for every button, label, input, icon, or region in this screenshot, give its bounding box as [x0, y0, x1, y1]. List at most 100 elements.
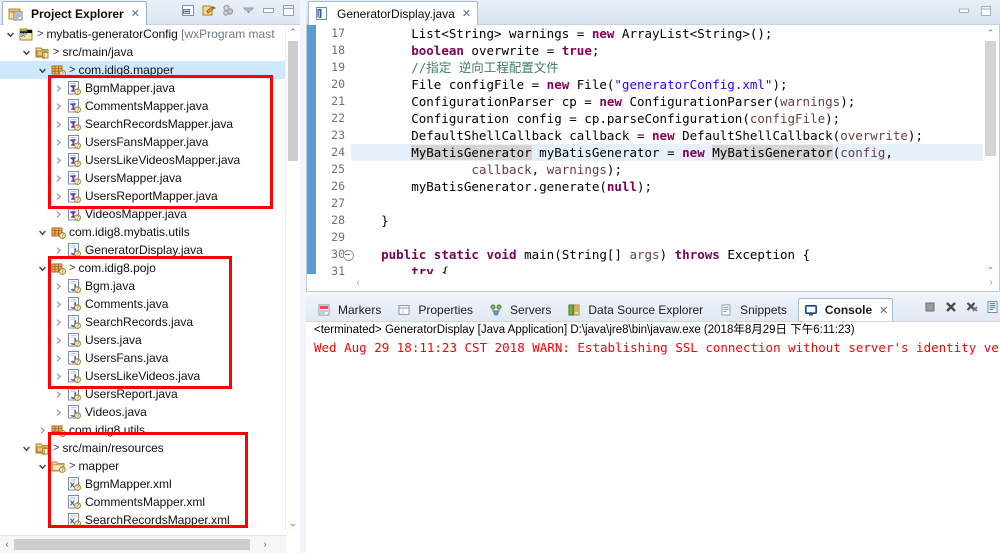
- chevron-right-icon[interactable]: [54, 174, 63, 183]
- tree-row[interactable]: ? UsersLikeVideosMapper.java: [0, 151, 286, 169]
- tree-row[interactable]: ? CommentsMapper.java: [0, 97, 286, 115]
- tree-row[interactable]: ? UsersFans.java: [0, 349, 286, 367]
- remove-launch-icon[interactable]: [944, 300, 958, 314]
- chevron-right-icon[interactable]: [54, 156, 63, 165]
- chevron-down-icon[interactable]: [38, 228, 47, 237]
- code-line[interactable]: DefaultShellCallback callback = new Defa…: [351, 127, 983, 144]
- view-menu-icon[interactable]: [241, 3, 256, 18]
- tree-row[interactable]: ? UsersReportMapper.java: [0, 187, 286, 205]
- code-line[interactable]: [351, 229, 983, 246]
- chevron-down-icon[interactable]: [6, 30, 15, 39]
- explorer-vertical-scrollbar[interactable]: ⌃ ⌄: [285, 25, 300, 530]
- maximize-icon[interactable]: [281, 3, 296, 18]
- chevron-right-icon[interactable]: [54, 336, 63, 345]
- tree-row[interactable]: ? > com.idig8.pojo: [0, 259, 286, 277]
- tree-row[interactable]: ? UsersLikeVideos.java: [0, 367, 286, 385]
- tree-row[interactable]: ? GeneratorDisplay.java: [0, 241, 286, 259]
- minimize-icon[interactable]: [261, 3, 276, 18]
- code-line[interactable]: MyBatisGenerator myBatisGenerator = new …: [351, 144, 983, 161]
- tab-console[interactable]: Console ✕: [797, 298, 894, 322]
- chevron-right-icon[interactable]: [54, 282, 63, 291]
- chevron-down-icon[interactable]: [38, 462, 47, 471]
- tree-row[interactable]: J > src/main/java: [0, 43, 286, 61]
- code-line[interactable]: //指定 逆向工程配置文件: [351, 59, 983, 76]
- code-area[interactable]: List<String> warnings = new ArrayList<St…: [351, 25, 983, 274]
- tree-row[interactable]: ? Comments.java: [0, 295, 286, 313]
- terminate-icon[interactable]: [923, 300, 937, 314]
- explorer-horizontal-scrollbar[interactable]: ‹ ›: [0, 535, 286, 553]
- code-line[interactable]: ConfigurationParser cp = new Configurati…: [351, 93, 983, 110]
- tree-row[interactable]: X? CommentsMapper.xml: [0, 493, 286, 511]
- tab-servers[interactable]: Servers: [484, 299, 556, 320]
- chevron-right-icon[interactable]: [54, 138, 63, 147]
- chevron-right-icon[interactable]: [54, 120, 63, 129]
- tree-row[interactable]: ? UsersMapper.java: [0, 169, 286, 187]
- chevron-right-icon[interactable]: [54, 192, 63, 201]
- chevron-right-icon[interactable]: [54, 318, 63, 327]
- code-line[interactable]: callback, warnings);: [351, 161, 983, 178]
- tab-generator-display[interactable]: J GeneratorDisplay.java ✕: [308, 1, 479, 26]
- chevron-right-icon[interactable]: [54, 372, 63, 381]
- tree-row[interactable]: ? VideosMapper.java: [0, 205, 286, 223]
- tree-row[interactable]: J > src/main/resources: [0, 439, 286, 457]
- code-line[interactable]: boolean overwrite = true;: [351, 42, 983, 59]
- scroll-left-arrow-icon[interactable]: ‹: [351, 275, 365, 290]
- chevron-down-icon[interactable]: [22, 48, 31, 57]
- scroll-right-arrow-icon[interactable]: ›: [984, 275, 998, 290]
- tree-row[interactable]: ? SearchRecordsMapper.java: [0, 115, 286, 133]
- close-icon[interactable]: ✕: [462, 7, 471, 20]
- tree-row[interactable]: M J > mybatis-generatorConfig [wxProgram ma…: [0, 25, 286, 43]
- tab-properties[interactable]: Properties: [392, 299, 478, 320]
- tree-row[interactable]: ? Users.java: [0, 331, 286, 349]
- chevron-right-icon[interactable]: [54, 84, 63, 93]
- close-icon[interactable]: ✕: [131, 7, 140, 20]
- scroll-right-arrow-icon[interactable]: ›: [258, 536, 272, 553]
- minimize-icon[interactable]: [957, 4, 972, 19]
- tree-row[interactable]: ? BgmMapper.java: [0, 79, 286, 97]
- tree-row[interactable]: ? com.idig8.utils: [0, 421, 286, 439]
- code-line[interactable]: File configFile = new File("generatorCon…: [351, 76, 983, 93]
- tree-row[interactable]: X?UsersFansMapper.xml: [0, 529, 286, 530]
- clear-console-icon[interactable]: [986, 300, 1000, 314]
- tree-row[interactable]: ? SearchRecords.java: [0, 313, 286, 331]
- editor-horizontal-scrollbar[interactable]: ‹ ›: [351, 275, 998, 290]
- chevron-right-icon[interactable]: [54, 102, 63, 111]
- tab-project-explorer[interactable]: Project Explorer ✕: [2, 1, 147, 26]
- project-tree[interactable]: M J > mybatis-generatorConfig [wxProgram ma…: [0, 25, 286, 530]
- chevron-right-icon[interactable]: [54, 408, 63, 417]
- code-line[interactable]: }: [351, 212, 983, 229]
- remove-all-terminated-icon[interactable]: [965, 300, 979, 314]
- tree-row[interactable]: X? BgmMapper.xml: [0, 475, 286, 493]
- code-line[interactable]: myBatisGenerator.generate(null);: [351, 178, 983, 195]
- annotation-ruler[interactable]: [307, 25, 316, 274]
- chevron-down-icon[interactable]: [38, 66, 47, 75]
- link-with-editor-icon[interactable]: [201, 3, 216, 18]
- tree-row[interactable]: ? UsersFansMapper.java: [0, 133, 286, 151]
- code-line[interactable]: Configuration config = cp.parseConfigura…: [351, 110, 983, 127]
- chevron-right-icon[interactable]: [54, 300, 63, 309]
- scroll-down-arrow-icon[interactable]: ⌄: [286, 516, 300, 530]
- chevron-right-icon[interactable]: [54, 390, 63, 399]
- collapse-all-icon[interactable]: [181, 3, 196, 18]
- scroll-up-arrow-icon[interactable]: ⌃: [983, 26, 998, 40]
- tab-markers[interactable]: Markers: [312, 299, 386, 320]
- scroll-down-arrow-icon[interactable]: ⌄: [983, 259, 998, 273]
- tree-row[interactable]: ? > com.idig8.mapper: [0, 61, 286, 79]
- chevron-right-icon[interactable]: [54, 354, 63, 363]
- chevron-down-icon[interactable]: [38, 264, 47, 273]
- console-body[interactable]: <terminated> GeneratorDisplay [Java Appl…: [306, 321, 1000, 553]
- tab-data-source-explorer[interactable]: Data Source Explorer: [562, 299, 708, 320]
- chevron-right-icon[interactable]: [54, 210, 63, 219]
- chevron-right-icon[interactable]: [38, 426, 47, 435]
- editor-vertical-scrollbar[interactable]: ⌃ ⌄: [983, 26, 998, 273]
- tab-snippets[interactable]: Snippets: [714, 299, 792, 320]
- code-line[interactable]: [351, 195, 983, 212]
- scroll-left-arrow-icon[interactable]: ‹: [0, 536, 14, 553]
- code-line[interactable]: List<String> warnings = new ArrayList<St…: [351, 25, 983, 42]
- explorer-scroll-thumb[interactable]: [288, 41, 298, 161]
- chevron-down-icon[interactable]: [22, 444, 31, 453]
- maximize-icon[interactable]: [979, 4, 994, 19]
- editor-scroll-thumb[interactable]: [985, 41, 996, 156]
- chevron-right-icon[interactable]: [54, 246, 63, 255]
- tree-row[interactable]: X? SearchRecordsMapper.xml: [0, 511, 286, 529]
